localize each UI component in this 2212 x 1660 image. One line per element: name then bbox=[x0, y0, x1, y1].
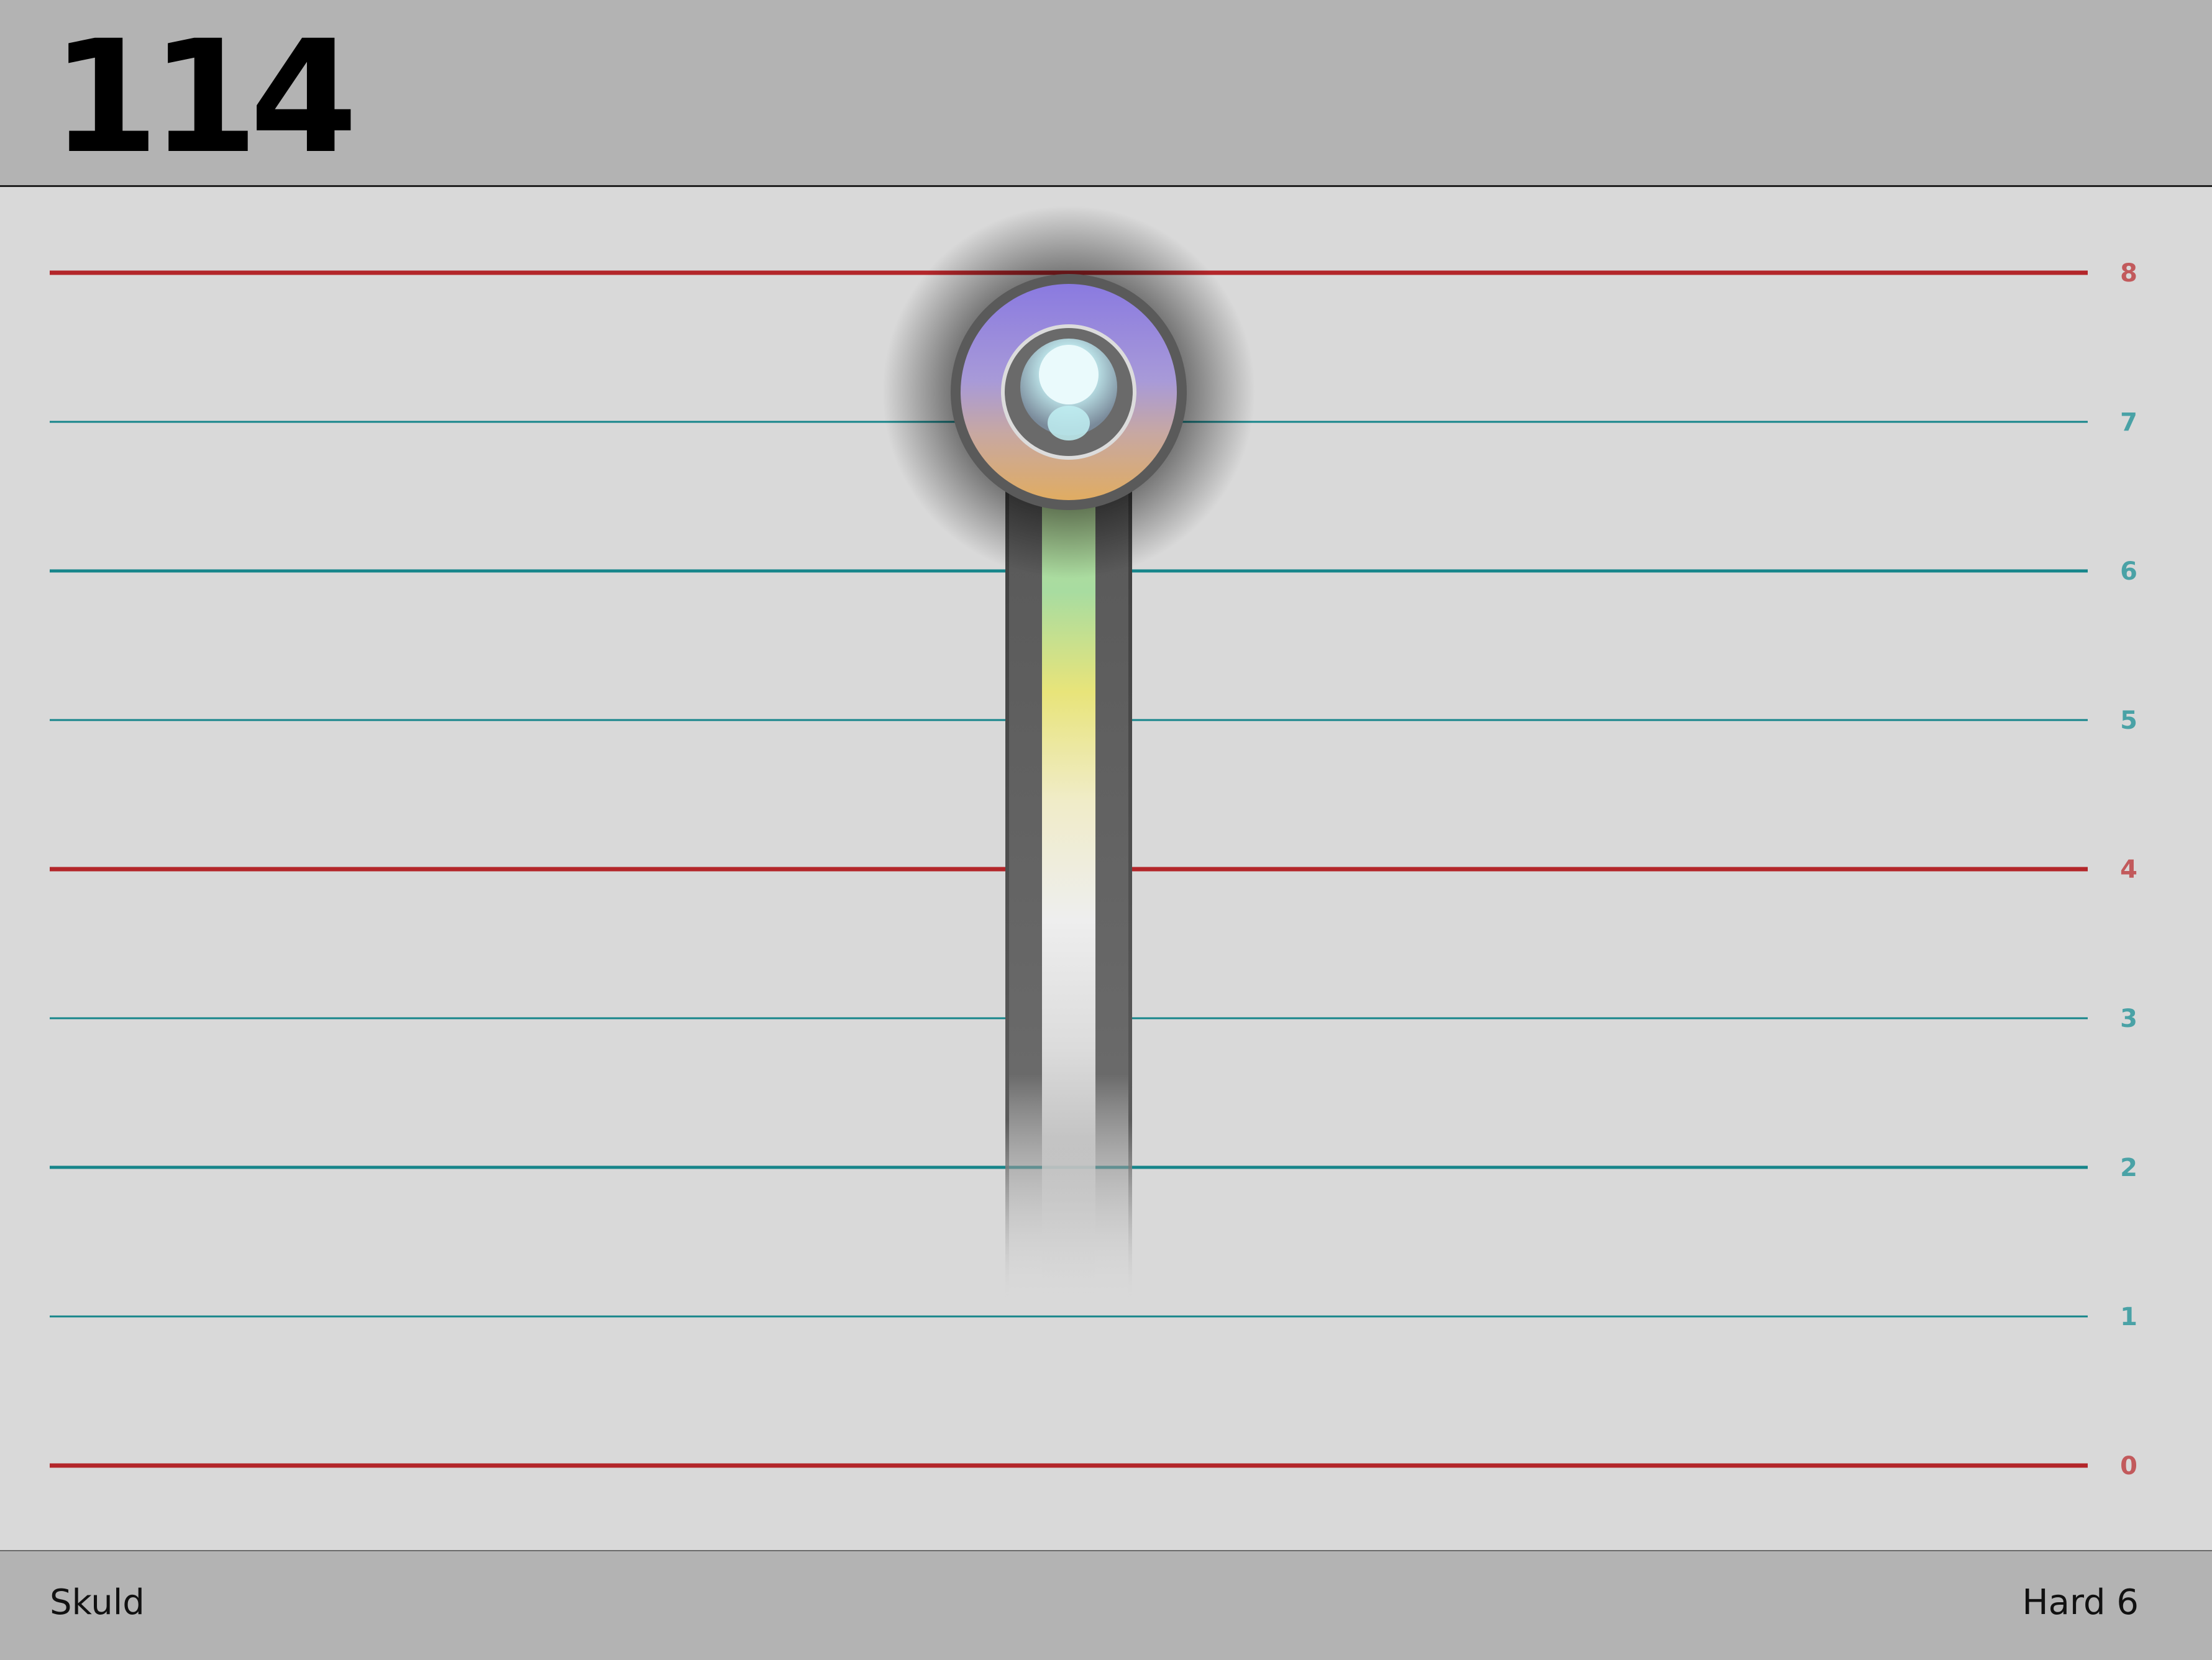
hold-note-head-highlight bbox=[1039, 345, 1099, 404]
lane-label-4: 4 bbox=[2120, 855, 2137, 884]
lane-label-7: 7 bbox=[2120, 408, 2137, 437]
difficulty-label: Hard 6 bbox=[2022, 1582, 2139, 1623]
hold-note-head-reflection bbox=[1048, 406, 1090, 440]
footer-bar: Skuld Hard 6 bbox=[0, 1550, 2212, 1660]
lane-label-0: 0 bbox=[2120, 1452, 2137, 1480]
song-title: Skuld bbox=[50, 1582, 145, 1623]
lane-label-2: 2 bbox=[2120, 1154, 2137, 1182]
lane-label-3: 3 bbox=[2120, 1005, 2137, 1033]
hold-note bbox=[882, 206, 1255, 1302]
lane-label-5: 5 bbox=[2120, 706, 2137, 735]
score-display: 114 bbox=[51, 7, 358, 188]
header-bar: 114 bbox=[0, 0, 2212, 187]
lane-labels: 8 7 6 5 4 3 2 1 0 bbox=[2120, 259, 2137, 1480]
lane-label-8: 8 bbox=[2120, 259, 2137, 288]
lane-label-6: 6 bbox=[2120, 557, 2137, 586]
lane-label-1: 1 bbox=[2120, 1303, 2137, 1331]
playfield[interactable]: 8 7 6 5 4 3 2 1 0 bbox=[0, 187, 2212, 1550]
playfield-canvas[interactable]: 8 7 6 5 4 3 2 1 0 bbox=[0, 187, 2212, 1550]
